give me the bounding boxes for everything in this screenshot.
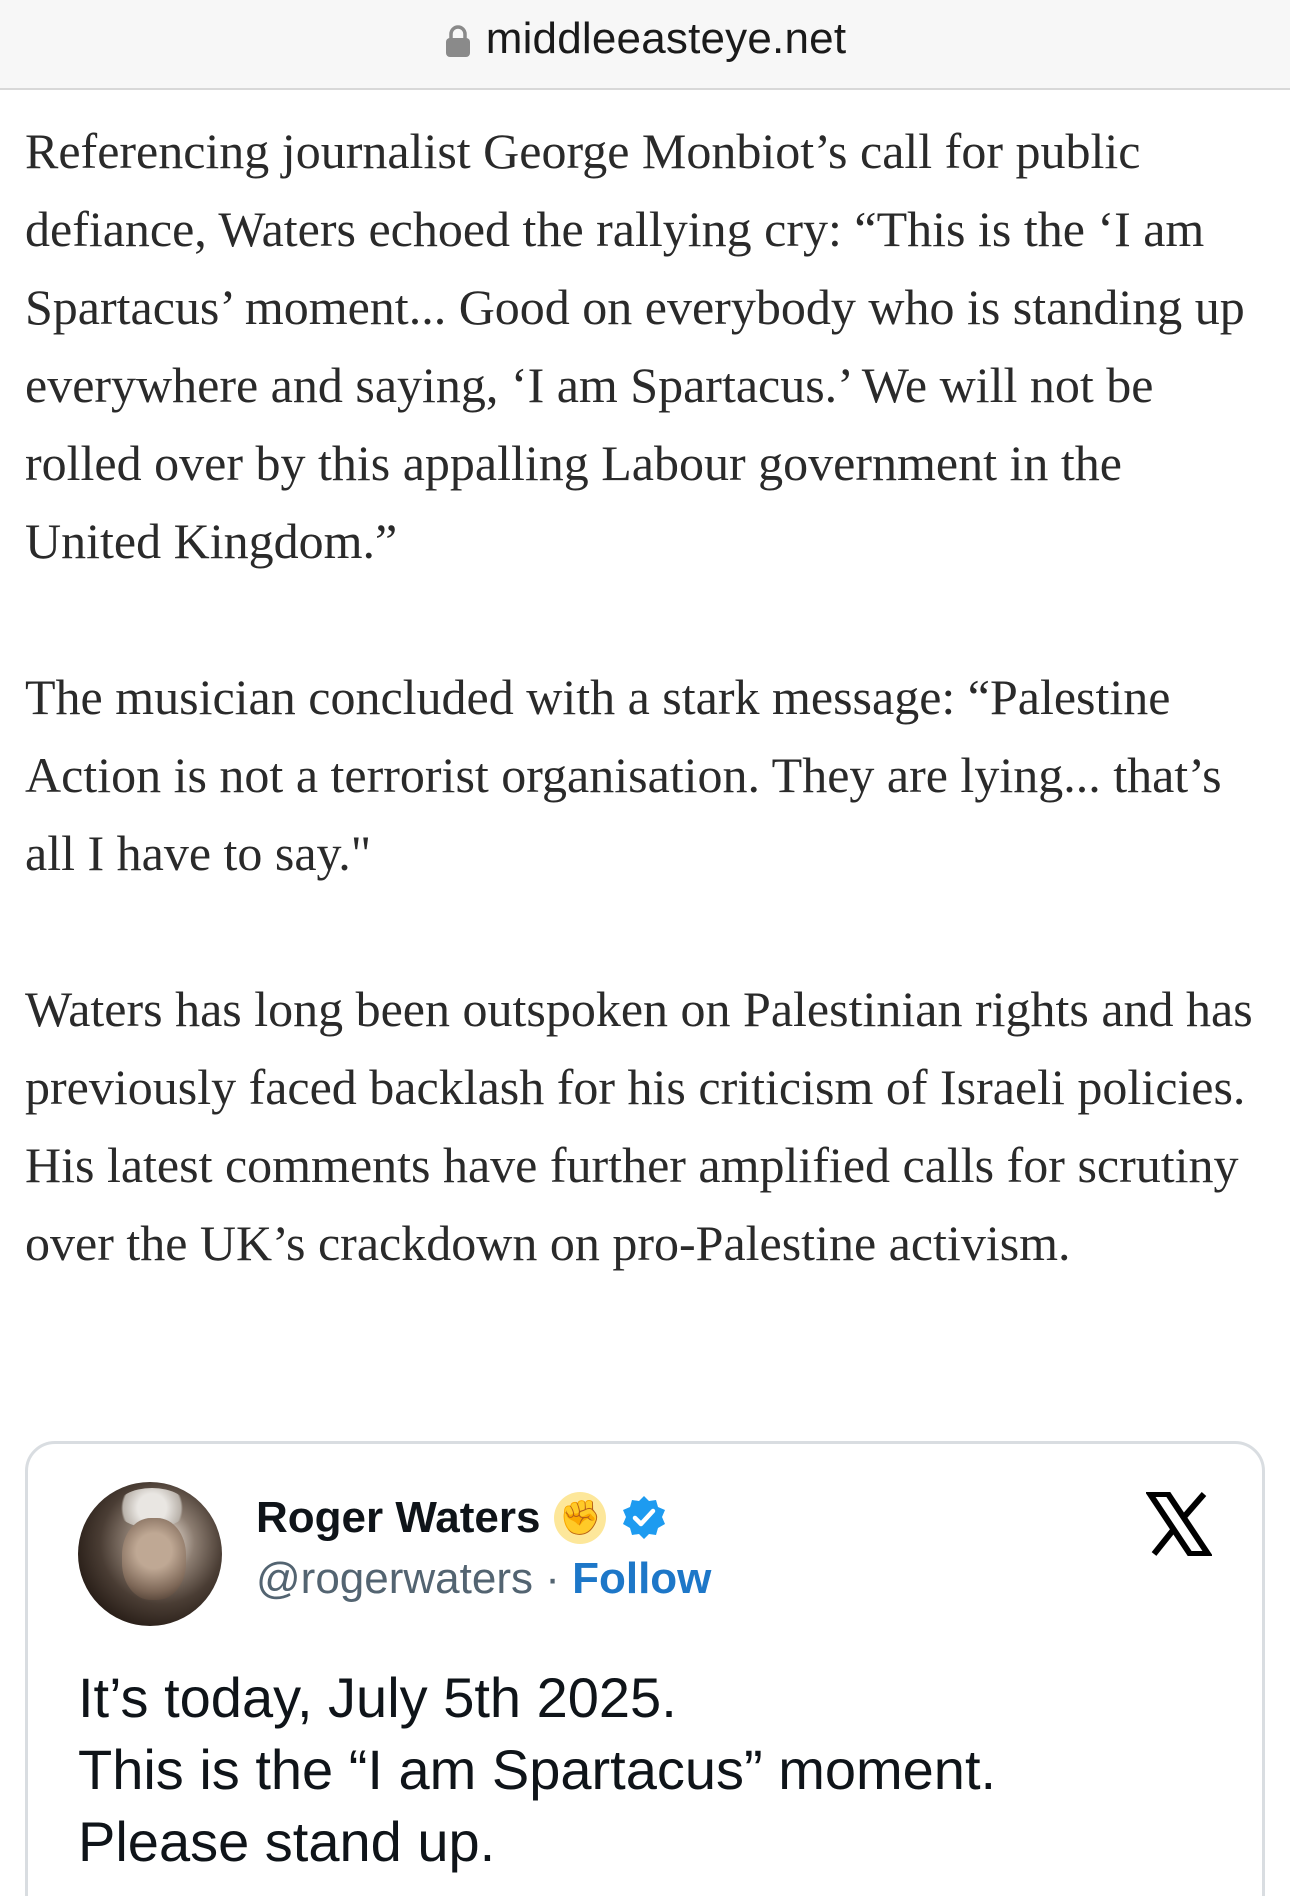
article-paragraph: Waters has long been outspoken on Palest…: [25, 981, 1253, 1271]
raised-fist-icon: ✊: [554, 1492, 607, 1544]
verified-badge-icon: [623, 1496, 666, 1539]
handle-separator: ·: [532, 1554, 573, 1603]
lock-icon: [445, 25, 470, 57]
follow-button[interactable]: Follow: [572, 1554, 711, 1603]
x-logo-icon[interactable]: [1146, 1492, 1212, 1556]
tweet-handle-row: @rogerwaters · Follow: [256, 1554, 711, 1604]
tweet-text-line: It’s today, July 5th 2025.: [78, 1666, 677, 1729]
tweet-author-name[interactable]: Roger Waters: [256, 1493, 540, 1543]
embedded-tweet[interactable]: Roger Waters ✊ @rogerwaters · Follow It’…: [25, 1441, 1265, 1896]
article-body: Referencing journalist George Monbiot’s …: [25, 112, 1270, 1282]
article-paragraph: The musician concluded with a stark mess…: [25, 669, 1222, 881]
tweet-text-line: This is the “I am Spartacus” moment.: [78, 1738, 997, 1801]
article-paragraph: Referencing journalist George Monbiot’s …: [25, 123, 1245, 569]
address-bar-content[interactable]: middleeasteye.net: [0, 12, 1290, 66]
avatar[interactable]: [78, 1482, 222, 1626]
tweet-handle[interactable]: @rogerwaters: [256, 1554, 533, 1603]
browser-address-bar[interactable]: middleeasteye.net: [0, 0, 1290, 90]
tweet-text: It’s today, July 5th 2025. This is the “…: [78, 1662, 1218, 1878]
tweet-author-row: Roger Waters ✊: [256, 1492, 668, 1544]
url-domain[interactable]: middleeasteye.net: [486, 14, 847, 64]
tweet-text-line: Please stand up.: [78, 1810, 496, 1873]
